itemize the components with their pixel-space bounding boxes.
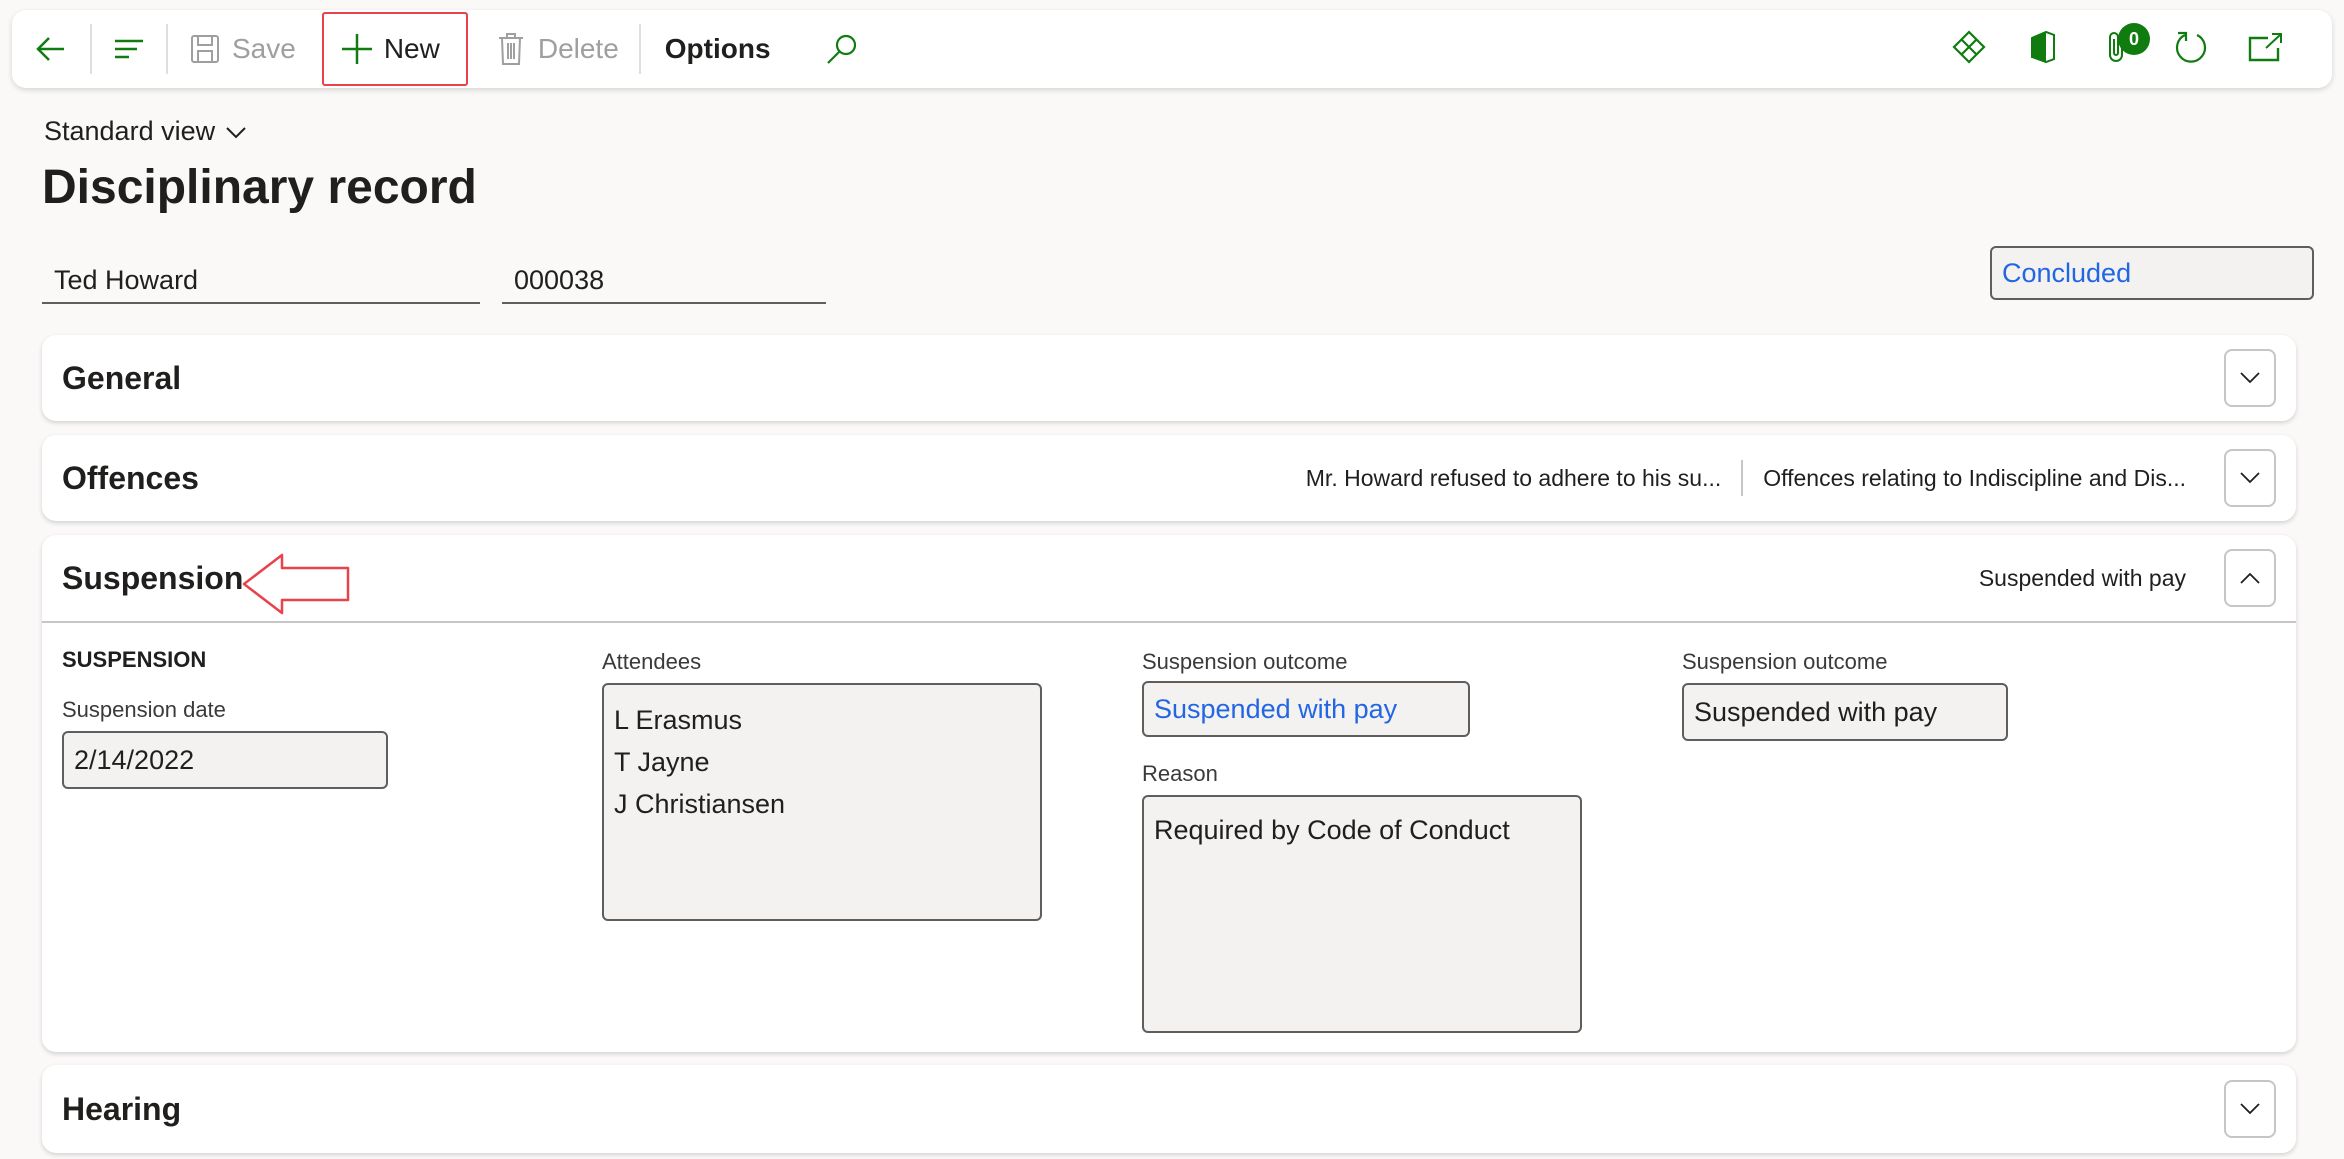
summary-divider xyxy=(1741,460,1744,496)
attachments-count-badge: 0 xyxy=(2118,23,2150,55)
reason-label: Reason xyxy=(1142,761,1218,786)
expand-toggle-button[interactable] xyxy=(2224,449,2276,507)
action-toolbar: Save New Delete Options 0 xyxy=(12,10,2332,88)
delete-label: Delete xyxy=(537,33,619,64)
open-new-window-button[interactable] xyxy=(2228,19,2302,79)
hamburger-menu-icon xyxy=(112,32,146,66)
search-icon xyxy=(825,32,859,66)
expand-toggle-button[interactable] xyxy=(2224,1080,2276,1138)
suspension-date-field[interactable]: 2/14/2022 xyxy=(62,731,388,789)
attachments-button[interactable]: 0 xyxy=(2080,19,2154,79)
plus-icon xyxy=(340,32,374,66)
chevron-down-icon xyxy=(2240,1103,2260,1115)
suspension-body: SUSPENSION Suspension date 2/14/2022 Att… xyxy=(42,623,2296,1051)
power-apps-button[interactable] xyxy=(1932,19,2006,79)
options-button[interactable]: Options xyxy=(641,10,795,88)
employee-field[interactable]: Ted Howard xyxy=(42,258,480,304)
office-button[interactable] xyxy=(2006,19,2080,79)
refresh-icon xyxy=(2173,29,2209,70)
section-suspension: Suspension Suspended with pay SUSPENSION… xyxy=(42,535,2296,1052)
menu-button[interactable] xyxy=(92,10,166,88)
suspension-date-label: Suspension date xyxy=(62,697,226,722)
back-arrow-icon xyxy=(34,32,68,66)
section-summary: Mr. Howard refused to adhere to his su..… xyxy=(1306,449,2276,507)
section-summary: Suspended with pay xyxy=(1979,549,2276,607)
view-name: Standard view xyxy=(44,116,216,146)
expand-toggle-button[interactable] xyxy=(2224,349,2276,407)
offence-description-summary: Mr. Howard refused to adhere to his su..… xyxy=(1305,464,1722,491)
search-button[interactable] xyxy=(795,10,889,88)
attendee: T Jayne xyxy=(614,747,710,777)
power-apps-icon xyxy=(1951,29,1987,70)
group-title: SUSPENSION xyxy=(62,647,207,672)
section-offences: Offences Mr. Howard refused to adhere to… xyxy=(42,435,2296,521)
section-title: Hearing xyxy=(62,1090,182,1127)
section-hearing: Hearing xyxy=(42,1065,2296,1153)
attendee: L Erasmus xyxy=(614,705,743,735)
collapse-toggle-button[interactable] xyxy=(2224,549,2276,607)
save-icon xyxy=(188,32,222,66)
toolbar-right-icons: 0 xyxy=(1932,19,2332,79)
section-summary xyxy=(2186,349,2276,407)
new-button[interactable]: New xyxy=(321,12,468,86)
trash-icon xyxy=(494,32,528,66)
attendees-field[interactable]: L Erasmus T Jayne J Christiansen xyxy=(602,683,1042,921)
office-icon xyxy=(2028,30,2058,69)
section-hearing-header[interactable]: Hearing xyxy=(42,1065,2296,1153)
view-selector[interactable]: Standard view xyxy=(44,116,247,147)
offence-category-summary: Offences relating to Indiscipline and Di… xyxy=(1763,464,2186,491)
section-offences-header[interactable]: Offences Mr. Howard refused to adhere to… xyxy=(42,435,2296,521)
section-title: Offences xyxy=(62,459,199,496)
section-general: General xyxy=(42,335,2296,421)
section-summary xyxy=(2186,1080,2276,1138)
back-button[interactable] xyxy=(12,10,90,88)
annotation-arrow-icon xyxy=(242,553,350,615)
attendee: J Christiansen xyxy=(614,789,786,819)
new-label: New xyxy=(383,33,440,64)
save-button[interactable]: Save xyxy=(168,10,316,88)
section-title: Suspension xyxy=(62,559,244,596)
chevron-down-icon xyxy=(2240,472,2260,484)
section-title: General xyxy=(62,359,182,396)
delete-button[interactable]: Delete xyxy=(474,10,639,88)
chevron-down-icon xyxy=(2240,372,2260,384)
page-title: Disciplinary record xyxy=(42,161,477,214)
save-label: Save xyxy=(232,33,296,64)
suspension-outcome-summary: Suspended with pay xyxy=(1978,564,2186,591)
suspension-outcome-label: Suspension outcome xyxy=(1142,649,1348,674)
suspension-outcome-2-label: Suspension outcome xyxy=(1682,649,1888,674)
section-suspension-header[interactable]: Suspension Suspended with pay xyxy=(42,535,2296,623)
suspension-outcome-field[interactable]: Suspended with pay xyxy=(1142,681,1470,737)
record-id-field[interactable]: 000038 xyxy=(502,258,826,304)
attendees-label: Attendees xyxy=(602,649,702,674)
open-new-window-icon xyxy=(2248,32,2282,67)
status-field[interactable]: Concluded xyxy=(1990,246,2314,300)
refresh-button[interactable] xyxy=(2154,19,2228,79)
suspension-outcome-2-field[interactable]: Suspended with pay xyxy=(1682,683,2008,741)
chevron-up-icon xyxy=(2240,572,2260,584)
reason-field[interactable]: Required by Code of Conduct xyxy=(1142,795,1582,1033)
section-general-header[interactable]: General xyxy=(42,335,2296,421)
chevron-down-icon xyxy=(225,116,247,147)
